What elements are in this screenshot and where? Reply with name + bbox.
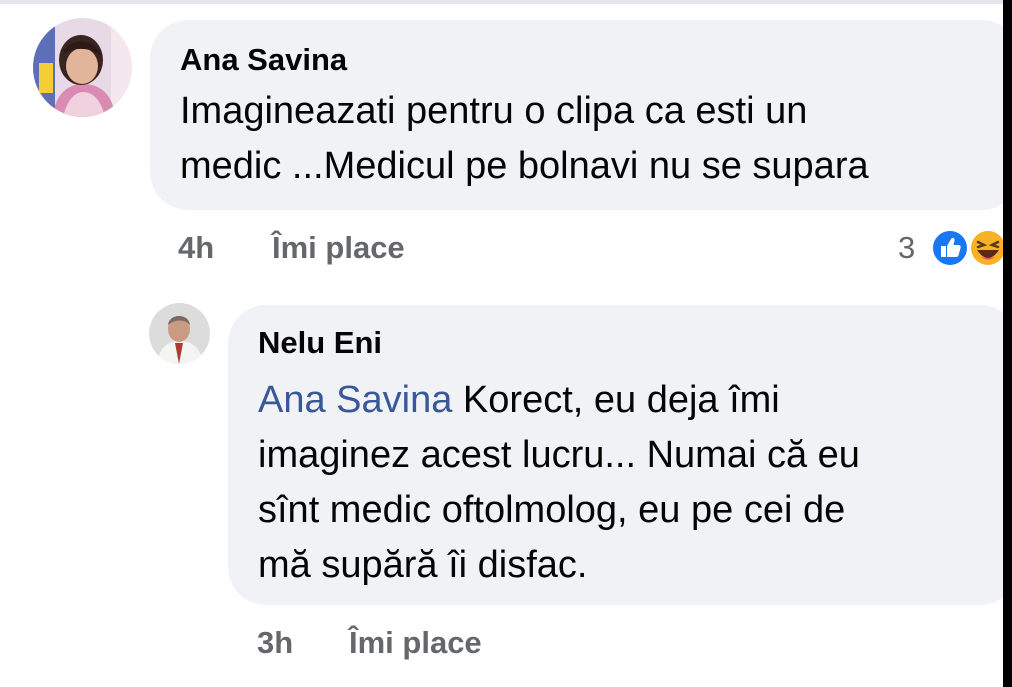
comment-author[interactable]: Ana Savina xyxy=(180,42,347,78)
comment-text-line: Imagineazati pentru o clipa ca esti un xyxy=(180,90,808,132)
reply-text-line: sînt medic oftolmolog, eu pe cei de xyxy=(258,489,846,531)
reply-text-line: Ana Savina Korect, eu deja îmi xyxy=(258,373,860,428)
comment-text: Imagineazati pentru o clipa ca esti un m… xyxy=(180,84,869,194)
nelu-eni-avatar[interactable] xyxy=(149,303,210,364)
reply-text-line: mă supără îi disfac. xyxy=(258,544,588,586)
user-photo-icon xyxy=(33,18,132,117)
reply-timestamp[interactable]: 3h xyxy=(257,625,293,661)
reply-text: Ana Savina Korect, eu deja îmi imaginez … xyxy=(258,373,860,593)
like-icon xyxy=(930,228,970,268)
reply-text-fragment: Korect, eu deja îmi xyxy=(452,379,780,421)
screen-edge xyxy=(1003,0,1012,687)
reply-like-button[interactable]: Îmi place xyxy=(349,625,482,661)
reply-bubble: Nelu Eni Ana Savina Korect, eu deja îmi … xyxy=(228,305,1012,605)
comment-timestamp[interactable]: 4h xyxy=(178,230,214,266)
reaction-count: 3 xyxy=(898,230,916,265)
mention-link[interactable]: Ana Savina xyxy=(258,379,452,421)
top-divider xyxy=(0,0,1003,4)
reactions-summary[interactable]: 3 xyxy=(898,226,1003,270)
comment-bubble: Ana Savina Imagineazati pentru o clipa c… xyxy=(150,20,1012,210)
user-photo-icon xyxy=(149,303,210,364)
reply-author[interactable]: Nelu Eni xyxy=(258,325,382,361)
reply-text-line: imaginez acest lucru... Numai că eu xyxy=(258,434,860,476)
ana-savina-avatar[interactable] xyxy=(33,18,132,117)
comment-text-line: medic ...Medicul pe bolnavi nu se supara xyxy=(180,145,869,187)
like-button[interactable]: Îmi place xyxy=(272,230,405,266)
haha-icon xyxy=(968,228,1003,268)
